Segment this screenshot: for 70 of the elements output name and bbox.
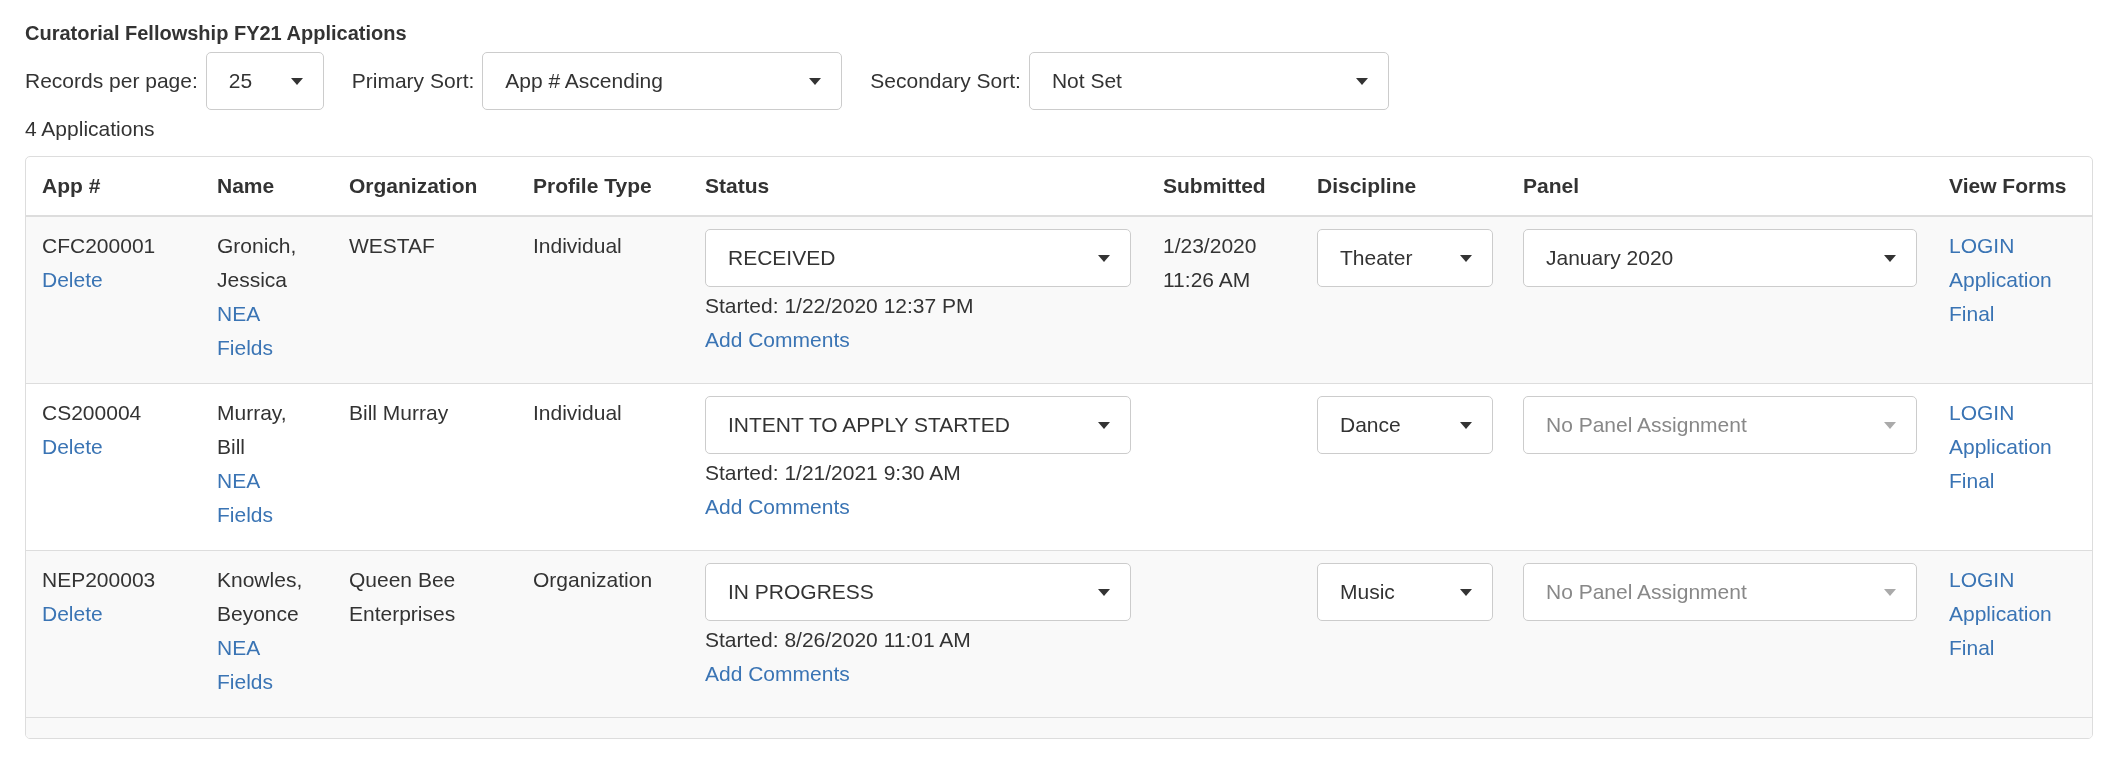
application-count: 4 Applications [25,116,156,142]
applicant-name: Knowles, Beyonce [217,567,304,627]
form-link[interactable]: Application [1949,430,2052,464]
column-header: Discipline [1317,174,1417,197]
status-dropdown[interactable]: IN PROGRESS [705,563,1131,621]
caret-icon [809,77,822,85]
caret-icon [1460,588,1472,596]
column-header: View Forms [1949,174,2067,197]
form-link[interactable]: Final [1949,464,1995,498]
nea-fields-link[interactable]: NEA Fields [217,297,317,365]
form-link[interactable]: Final [1949,631,1995,665]
caret-icon [1884,421,1896,429]
form-link[interactable]: LOGIN [1949,563,2015,597]
form-link[interactable]: Application [1949,597,2052,631]
caret-icon [1098,421,1110,429]
caret-icon [1884,588,1896,596]
profile-type-text: Individual [533,233,623,259]
profile-type-text: Organization [533,567,654,593]
form-link[interactable]: LOGIN [1949,396,2015,430]
started-date: Started: 1/22/2020 12:37 PM [705,293,975,319]
control-label: Secondary Sort: [870,68,1021,94]
add-comments-link[interactable]: Add Comments [705,323,850,357]
app-number: CS200004 [42,400,143,426]
column-header: Panel [1523,174,1580,197]
submitted-date: 1/23/2020 11:26 AM [1163,233,1258,293]
sort-dropdown[interactable]: 25 [205,52,324,110]
caret-icon [1098,588,1110,596]
add-comments-link[interactable]: Add Comments [705,490,850,524]
started-date: Started: 8/26/2020 11:01 AM [705,627,972,653]
discipline-dropdown[interactable]: Dance [1317,396,1493,454]
status-dropdown[interactable]: INTENT TO APPLY STARTED [705,396,1131,454]
app-number: CFC200001 [42,233,157,259]
caret-icon [290,77,303,85]
caret-icon [1098,254,1110,262]
delete-link[interactable]: Delete [42,430,103,464]
nea-fields-link[interactable]: NEA Fields [217,464,317,532]
profile-type-text: Individual [533,400,623,426]
caret-icon [1460,254,1472,262]
column-header: Submitted [1163,174,1266,197]
sort-dropdown[interactable]: App # Ascending [482,52,843,110]
caret-icon [1884,254,1896,262]
applicant-name: Murray, Bill [217,400,288,460]
panel-dropdown[interactable]: January 2020 [1523,229,1917,287]
organization-text: WESTAF [349,233,436,259]
control-label: Records per page: [25,68,198,94]
add-comments-link[interactable]: Add Comments [705,657,850,691]
organization-text: Bill Murray [349,400,450,426]
discipline-dropdown[interactable]: Theater [1317,229,1493,287]
column-header: Status [705,174,770,197]
column-header: Profile Type [533,174,652,197]
column-header: Name [217,174,275,197]
discipline-dropdown[interactable]: Music [1317,563,1493,621]
page-title: Curatorial Fellowship FY21 Applications [25,21,408,46]
form-link[interactable]: Final [1949,297,1995,331]
nea-fields-link[interactable]: NEA Fields [217,631,317,699]
delete-link[interactable]: Delete [42,263,103,297]
app-number: NEP200003 [42,567,157,593]
control-label: Primary Sort: [351,68,475,94]
caret-icon [1460,421,1472,429]
caret-icon [1355,77,1368,85]
column-header: App # [42,174,101,197]
applicant-name: Gronich, Jessica [217,233,298,293]
form-link[interactable]: Application [1949,263,2052,297]
status-dropdown[interactable]: RECEIVED [705,229,1131,287]
delete-link[interactable]: Delete [42,597,103,631]
form-link[interactable]: LOGIN [1949,229,2015,263]
organization-text: Queen Bee Enterprises [349,567,457,627]
column-header: Organization [349,174,478,197]
started-date: Started: 1/21/2021 9:30 AM [705,460,962,486]
sort-dropdown[interactable]: Not Set [1028,52,1389,110]
